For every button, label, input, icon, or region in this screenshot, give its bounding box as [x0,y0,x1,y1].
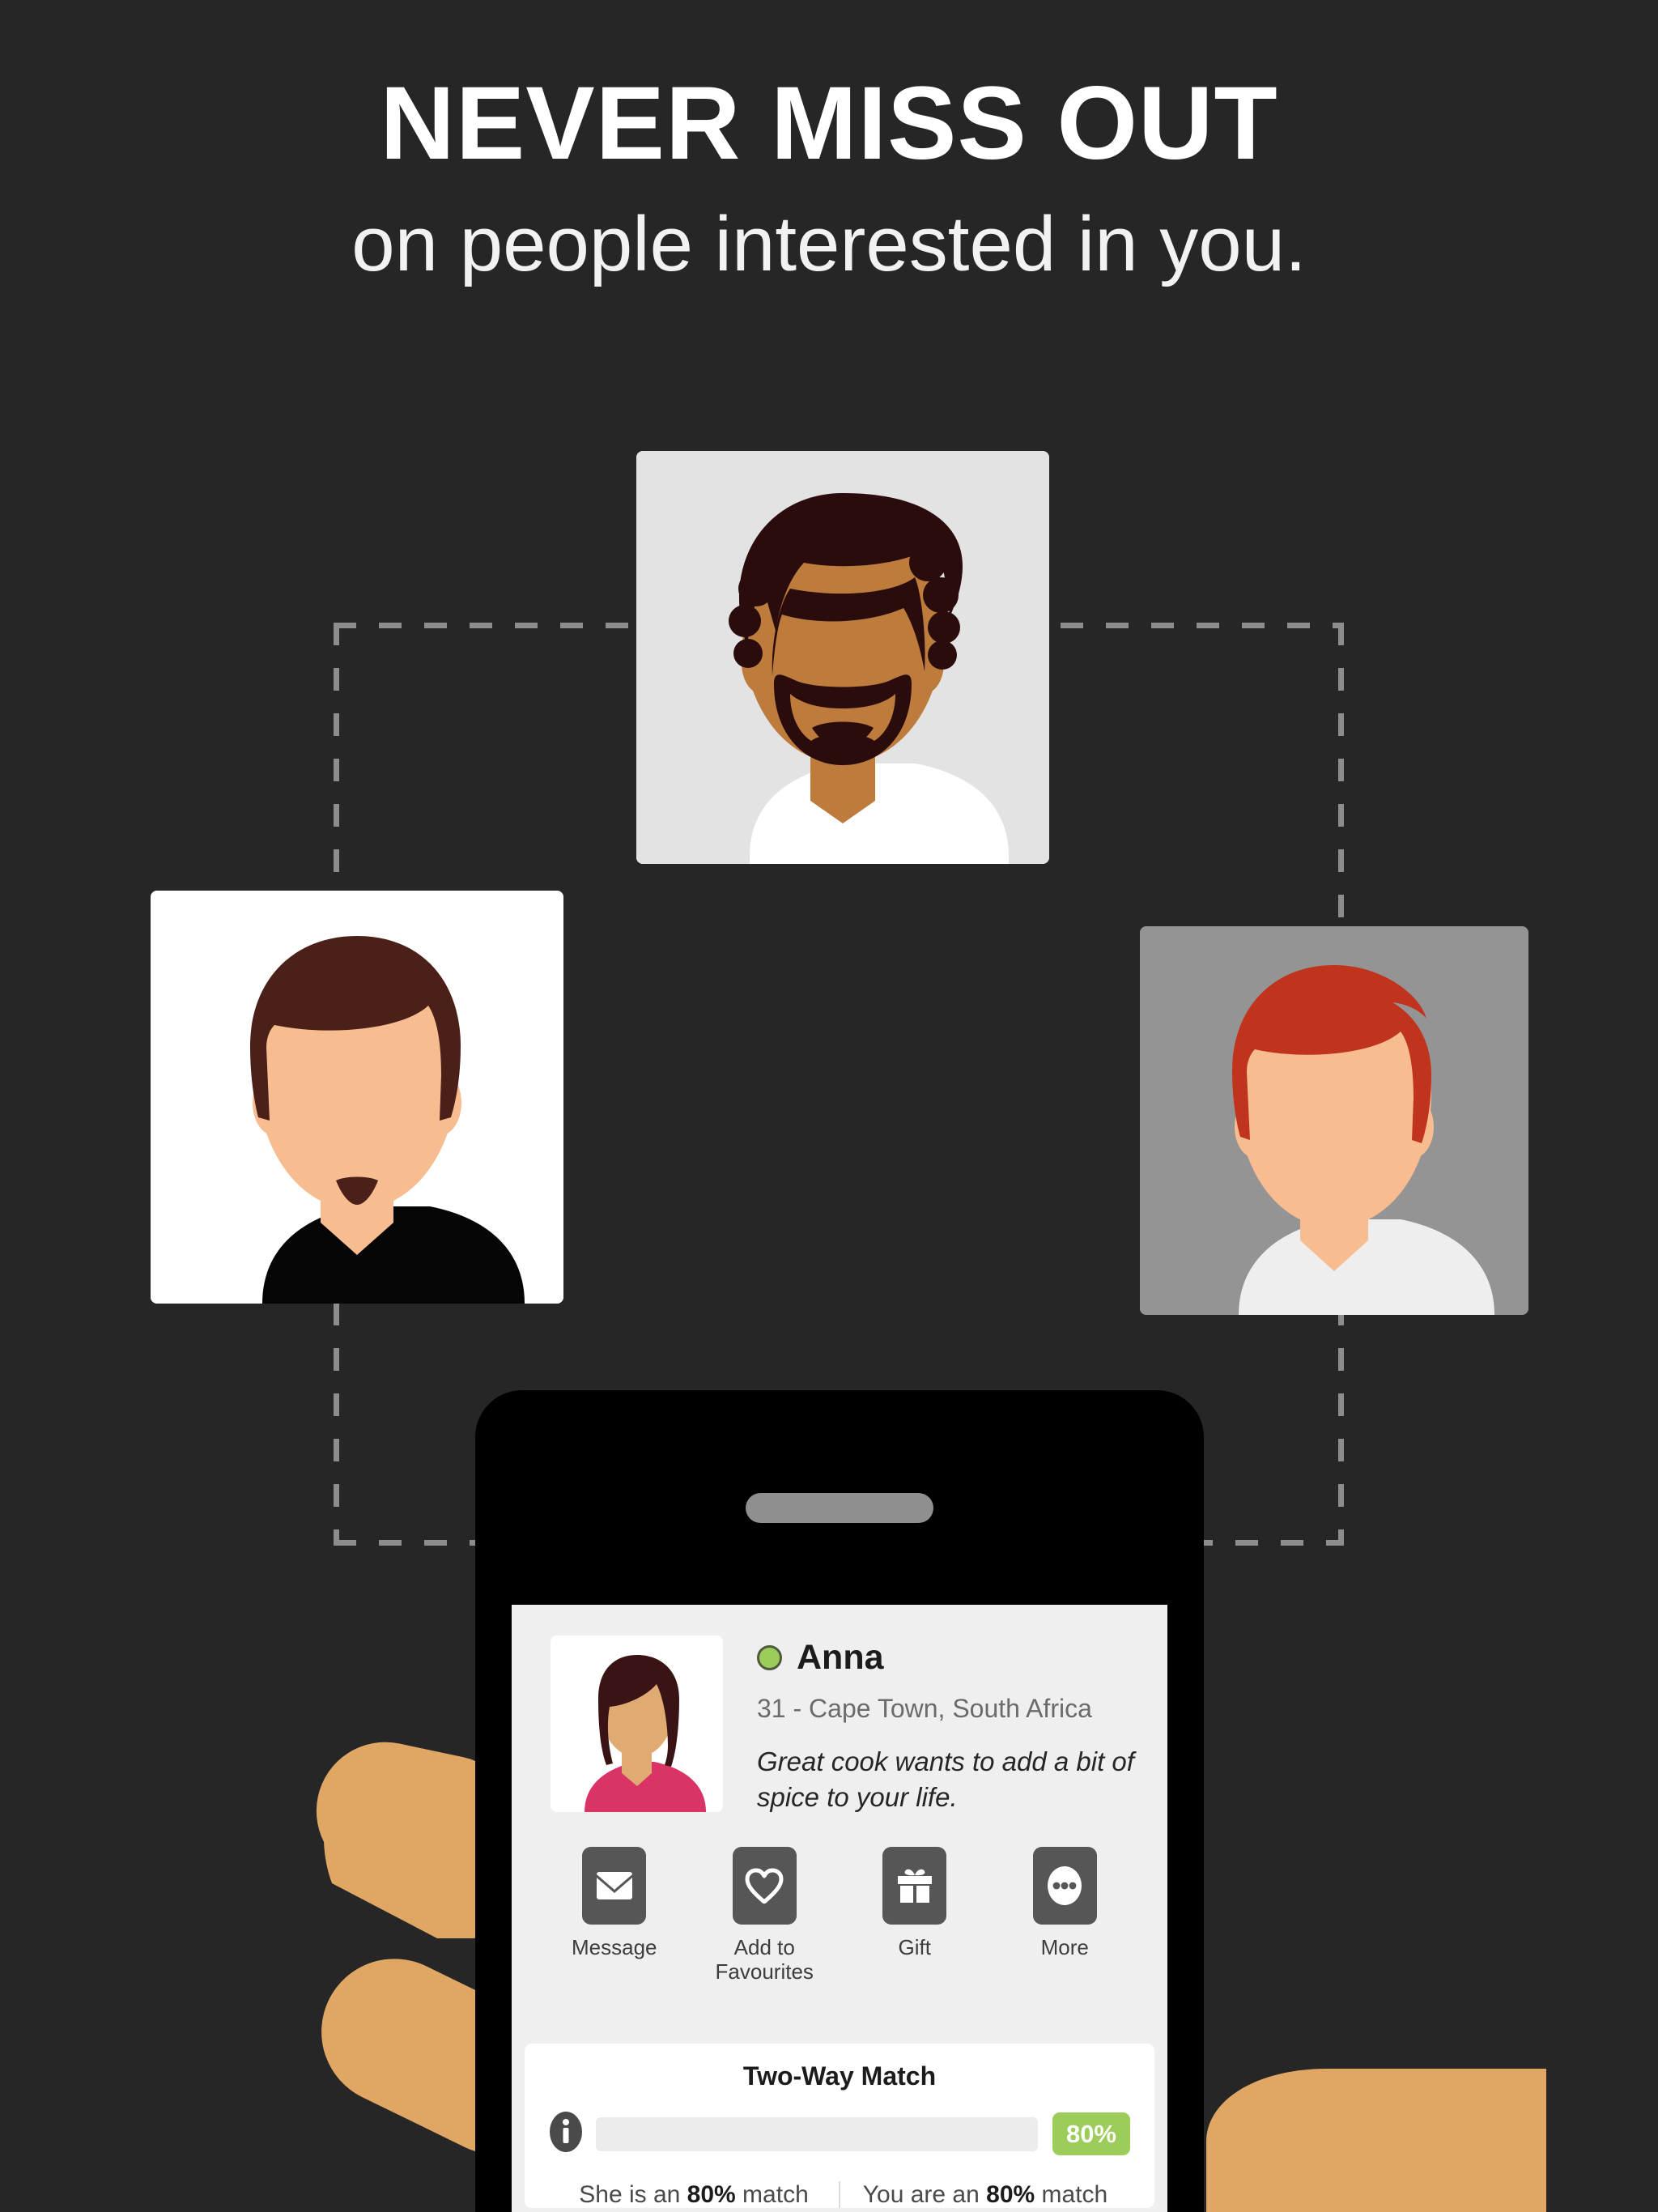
avatar-card-top[interactable] [636,451,1049,864]
anna-avatar-illustration [551,1636,723,1812]
profile-photo[interactable] [551,1636,723,1812]
avatar-top-illustration [636,451,1049,864]
action-more-label: More [1040,1934,1089,1959]
info-icon[interactable] [549,2111,583,2157]
her-match-prefix: She is an [579,2181,687,2208]
match-bar-row: 80% [549,2111,1130,2157]
gift-icon [882,1846,947,1925]
two-way-match-card: Two-Way Match 80% She is an 80% match Yo… [525,2044,1154,2208]
match-percent-badge: 80% [1052,2112,1130,2155]
action-more[interactable]: More [990,1846,1141,1984]
avatar-card-left[interactable] [151,891,563,1304]
her-match-suffix: match [735,2181,809,2208]
her-match-text: She is an 80% match [549,2181,840,2208]
match-detail-row: She is an 80% match You are an 80% match [549,2181,1130,2208]
avatar-card-right[interactable] [1140,926,1528,1315]
promo-screen: NEVER MISS OUT on people interested in y… [0,0,1658,2212]
match-progress-track [596,2116,1038,2151]
your-match-text: You are an 80% match [840,2181,1130,2208]
action-bar: Message Add to Favourites Gift More [512,1846,1167,1984]
action-message[interactable]: Message [539,1846,690,1984]
page-title: NEVER MISS OUT [380,66,1278,181]
profile-name-line: Anna [757,1640,1137,1675]
action-message-label: Message [572,1934,657,1959]
avatar-right-illustration [1140,926,1528,1315]
profile-name[interactable]: Anna [797,1640,884,1675]
match-title: Two-Way Match [742,2061,937,2091]
connector-line-bottom-right [1190,1540,1344,1546]
phone-speaker [746,1493,933,1523]
profile-info: Anna 31 - Cape Town, South Africa Great … [757,1636,1137,1816]
page-subtitle: on people interested in you. [351,201,1307,287]
connector-line-top-right [1061,623,1344,628]
action-add-favourites-label: Add to Favourites [715,1934,814,1984]
avatar-left-illustration [151,891,563,1304]
hand-right-illustration [1206,2069,1546,2212]
profile-header: Anna 31 - Cape Town, South Africa Great … [512,1605,1167,1816]
heart-icon [732,1846,797,1925]
phone-mockup: Anna 31 - Cape Town, South Africa Great … [475,1390,1204,2212]
your-match-suffix: match [1035,2181,1108,2208]
dots-icon [1032,1846,1097,1925]
online-status-icon [757,1645,782,1670]
your-match-prefix: You are an [862,2181,987,2208]
profile-meta: 31 - Cape Town, South Africa [757,1694,1092,1723]
envelope-icon [582,1846,647,1925]
action-gift-label: Gift [898,1934,931,1959]
her-match-value: 80% [687,2181,736,2208]
profile-tagline: Great cook wants to add a bit of spice t… [757,1746,1134,1813]
phone-screen: Anna 31 - Cape Town, South Africa Great … [512,1605,1167,2212]
action-gift[interactable]: Gift [840,1846,990,1984]
action-add-favourites[interactable]: Add to Favourites [690,1846,840,1984]
your-match-value: 80% [986,2181,1035,2208]
